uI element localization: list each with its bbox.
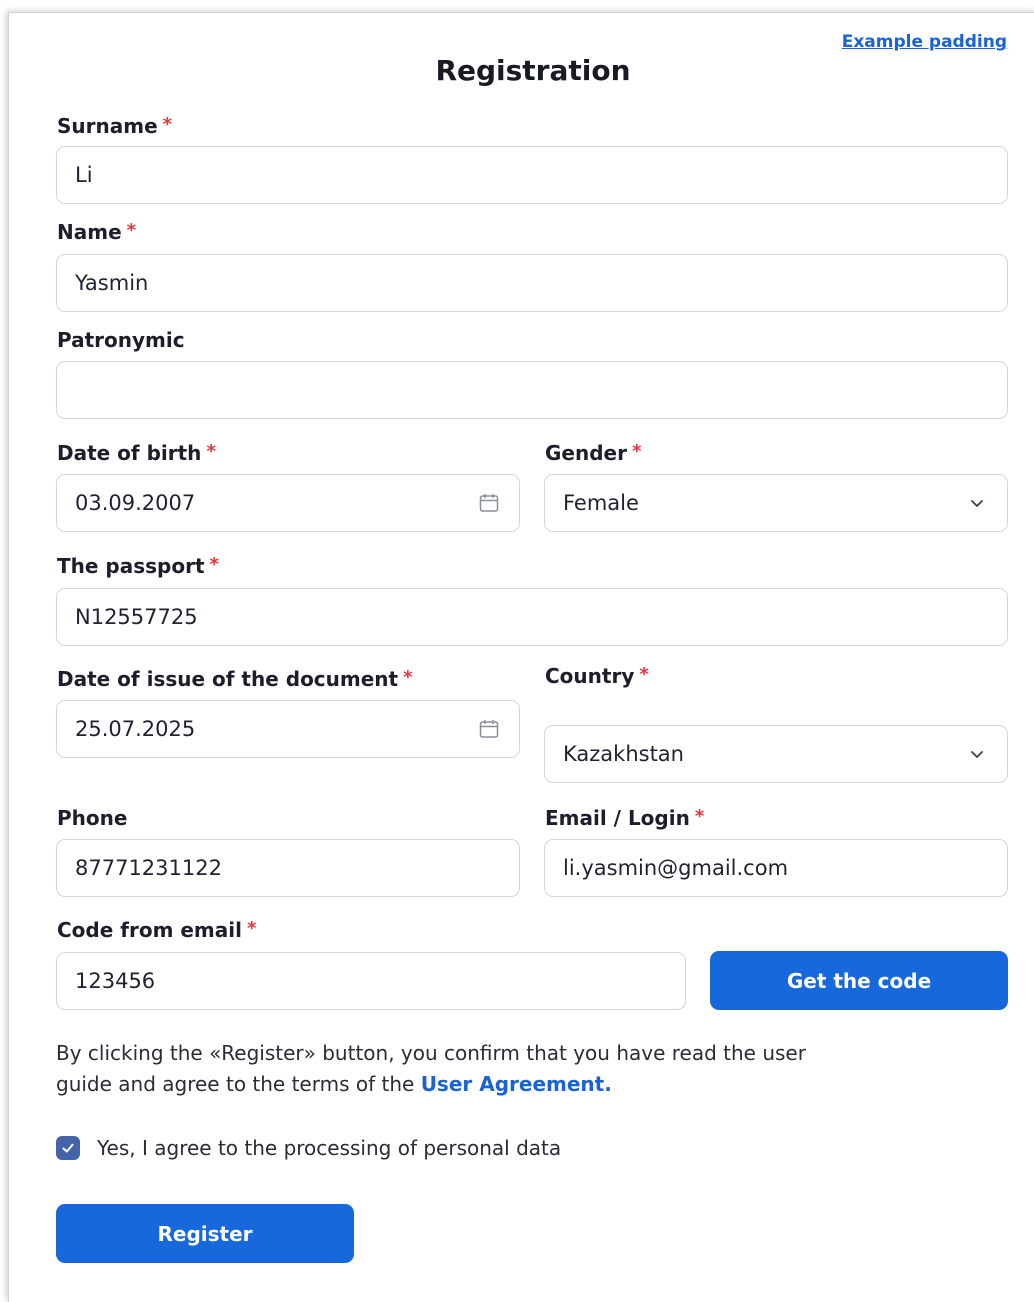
consent-row: Yes, I agree to the processing of person…	[56, 1136, 561, 1160]
code-value: 123456	[75, 969, 156, 993]
consent-label: Yes, I agree to the processing of person…	[97, 1136, 562, 1160]
dob-input[interactable]: 03.09.2007	[56, 474, 520, 532]
dob-value: 03.09.2007	[75, 491, 196, 515]
surname-label: Surname *	[57, 114, 172, 138]
country-value: Kazakhstan	[563, 742, 684, 766]
consent-checkbox[interactable]	[56, 1136, 80, 1160]
name-label-text: Name	[57, 220, 122, 244]
register-button[interactable]: Register	[56, 1204, 354, 1263]
passport-label-text: The passport	[57, 554, 205, 578]
chevron-down-icon	[965, 491, 989, 515]
passport-label: The passport *	[57, 554, 219, 578]
calendar-icon[interactable]	[477, 717, 501, 741]
registration-window	[8, 12, 1034, 1302]
issue-date-value: 25.07.2025	[75, 717, 196, 741]
dob-label: Date of birth *	[57, 441, 216, 465]
name-label: Name *	[57, 220, 136, 244]
surname-value: Li	[75, 163, 93, 187]
patronymic-label-text: Patronymic	[57, 328, 185, 352]
code-label-text: Code from email	[57, 918, 242, 942]
checkmark-icon	[62, 1143, 74, 1153]
chevron-down-icon	[965, 742, 989, 766]
page-title: Registration	[435, 54, 631, 87]
calendar-icon[interactable]	[477, 491, 501, 515]
required-marker: *	[206, 441, 216, 462]
phone-label-text: Phone	[57, 806, 128, 830]
gender-label: Gender *	[545, 441, 641, 465]
required-marker: *	[126, 220, 137, 241]
surname-label-text: Surname	[57, 114, 158, 138]
issue-date-input[interactable]: 25.07.2025	[56, 700, 520, 758]
country-label: Country *	[545, 664, 649, 688]
passport-input[interactable]: N12557725	[56, 588, 1008, 646]
required-marker: *	[631, 441, 642, 462]
required-marker: *	[162, 114, 173, 135]
name-value: Yasmin	[75, 271, 149, 295]
required-marker: *	[403, 667, 413, 688]
required-marker: *	[209, 554, 219, 575]
get-code-button[interactable]: Get the code	[710, 951, 1008, 1010]
patronymic-input[interactable]	[56, 361, 1008, 419]
dob-label-text: Date of birth	[57, 441, 202, 465]
gender-select[interactable]: Female	[544, 474, 1008, 532]
issue-date-label-text: Date of issue of the document	[57, 667, 399, 691]
patronymic-label: Patronymic	[57, 328, 185, 352]
email-label-text: Email / Login	[545, 806, 690, 830]
user-agreement-link[interactable]: User Agreement.	[421, 1072, 612, 1096]
passport-value: N12557725	[75, 605, 198, 629]
gender-label-text: Gender	[545, 441, 627, 465]
required-marker: *	[246, 918, 257, 939]
country-select[interactable]: Kazakhstan	[544, 725, 1008, 783]
gender-value: Female	[563, 491, 639, 515]
code-input[interactable]: 123456	[56, 952, 686, 1010]
terms-text: By clicking the «Register» button, you c…	[56, 1038, 816, 1100]
issue-date-label: Date of issue of the document *	[57, 667, 413, 691]
name-input[interactable]: Yasmin	[56, 254, 1008, 312]
email-input[interactable]: li.yasmin@gmail.com	[544, 839, 1008, 897]
country-label-text: Country	[545, 664, 635, 688]
phone-label: Phone	[57, 806, 127, 830]
email-label: Email / Login *	[545, 806, 704, 830]
surname-input[interactable]: Li	[56, 146, 1008, 204]
code-label: Code from email *	[57, 918, 256, 942]
example-padding-link[interactable]: Example padding	[842, 32, 1007, 52]
required-marker: *	[694, 806, 705, 827]
required-marker: *	[639, 664, 649, 685]
phone-value: 87771231122	[75, 856, 222, 880]
phone-input[interactable]: 87771231122	[56, 839, 520, 897]
email-value: li.yasmin@gmail.com	[563, 856, 789, 880]
